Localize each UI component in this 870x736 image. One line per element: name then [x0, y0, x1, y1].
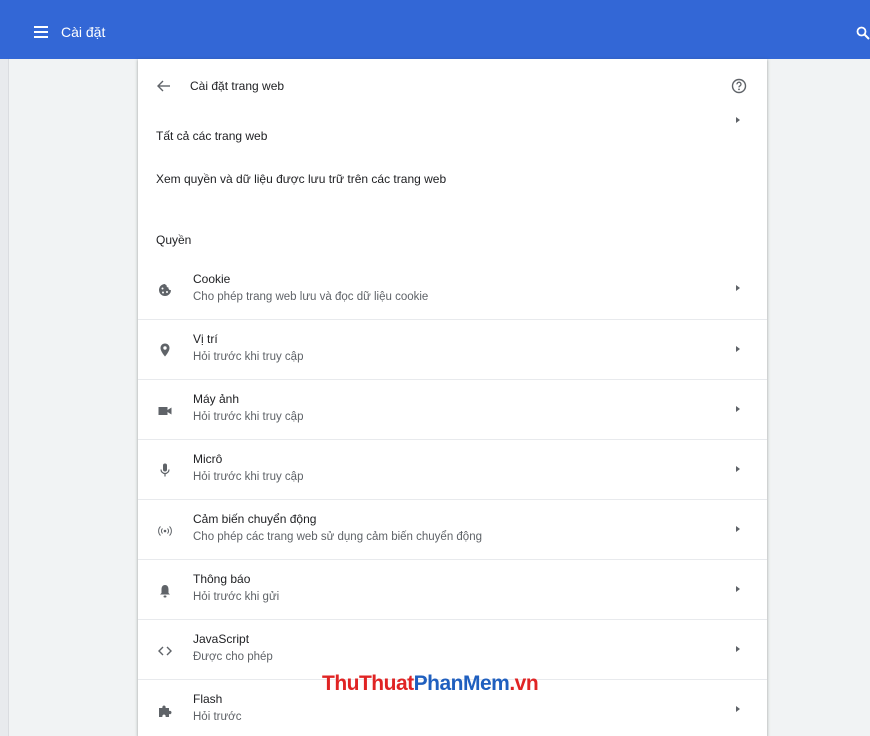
chevron-right-icon: [736, 406, 740, 412]
hamburger-menu-icon[interactable]: [34, 26, 48, 38]
permission-title: Cảm biến chuyển động: [193, 512, 317, 526]
permission-subtitle: Hỏi trước khi truy cập: [193, 471, 304, 483]
chevron-right-icon: [736, 646, 740, 652]
permission-title: Thông báo: [193, 572, 251, 586]
permission-item-javascript[interactable]: JavaScript Được cho phép: [138, 619, 767, 679]
permission-item-cookie[interactable]: Cookie Cho phép trang web lưu và đọc dữ …: [138, 259, 767, 319]
site-settings-card: Cài đặt trang web Tất cả các trang web X…: [138, 59, 767, 736]
permission-item-microphone[interactable]: Micrô Hỏi trước khi truy cập: [138, 439, 767, 499]
permission-title: Micrô: [193, 452, 223, 466]
app-header: Cài đặt: [0, 0, 870, 59]
chevron-right-icon: [736, 466, 740, 472]
permission-title: Vị trí: [193, 332, 218, 346]
page-header: Cài đặt trang web: [138, 59, 767, 115]
permission-subtitle: Hỏi trước: [193, 711, 242, 723]
permissions-heading: Quyền: [156, 233, 192, 247]
chevron-right-icon: [736, 706, 740, 712]
page-title: Cài đặt trang web: [190, 79, 285, 93]
app-title: Cài đặt: [61, 24, 106, 40]
permission-subtitle: Hỏi trước khi gửi: [193, 591, 280, 603]
permission-subtitle: Cho phép các trang web sử dụng cảm biến …: [193, 531, 482, 543]
all-sites-heading: Tất cả các trang web: [156, 129, 268, 143]
permission-item-camera[interactable]: Máy ảnh Hỏi trước khi truy cập: [138, 379, 767, 439]
search-icon[interactable]: [856, 26, 870, 40]
permission-item-motion-sensors[interactable]: Cảm biến chuyển động Cho phép các trang …: [138, 499, 767, 559]
chevron-right-icon: [736, 526, 740, 532]
chevron-right-icon: [736, 285, 740, 291]
microphone-icon: [158, 463, 172, 477]
watermark-part-2: PhanMem: [413, 672, 510, 695]
watermark-part-3: .vn: [509, 672, 539, 695]
cookie-icon: [158, 283, 172, 297]
chevron-right-icon: [736, 346, 740, 352]
code-icon: [158, 644, 172, 658]
left-panel-edge: [0, 59, 9, 736]
permission-item-location[interactable]: Vị trí Hỏi trước khi truy cập: [138, 319, 767, 379]
view-site-data-link[interactable]: Xem quyền và dữ liệu được lưu trữ trên c…: [138, 117, 767, 201]
permission-title: Cookie: [193, 272, 231, 286]
motion-sensor-icon: [158, 524, 172, 538]
permission-title: Flash: [193, 692, 223, 706]
help-circle-icon[interactable]: [731, 78, 747, 94]
camera-icon: [158, 404, 172, 418]
arrow-back-icon[interactable]: [156, 79, 172, 93]
permission-title: Máy ảnh: [193, 392, 240, 406]
view-site-data-label: Xem quyền và dữ liệu được lưu trữ trên c…: [156, 172, 447, 186]
location-pin-icon: [158, 343, 172, 357]
watermark: ThuThuatPhanMem.vn: [322, 672, 539, 696]
permission-subtitle: Hỏi trước khi truy cập: [193, 411, 304, 423]
permission-subtitle: Cho phép trang web lưu và đọc dữ liệu co…: [193, 291, 429, 303]
chevron-right-icon: [736, 117, 740, 123]
watermark-part-1: ThuThuat: [322, 672, 414, 695]
chevron-right-icon: [736, 586, 740, 592]
permission-subtitle: Được cho phép: [193, 651, 273, 663]
puzzle-piece-icon: [158, 704, 172, 718]
bell-icon: [158, 584, 172, 598]
permission-item-notifications[interactable]: Thông báo Hỏi trước khi gửi: [138, 559, 767, 619]
permission-subtitle: Hỏi trước khi truy cập: [193, 351, 304, 363]
permission-title: JavaScript: [193, 632, 250, 646]
